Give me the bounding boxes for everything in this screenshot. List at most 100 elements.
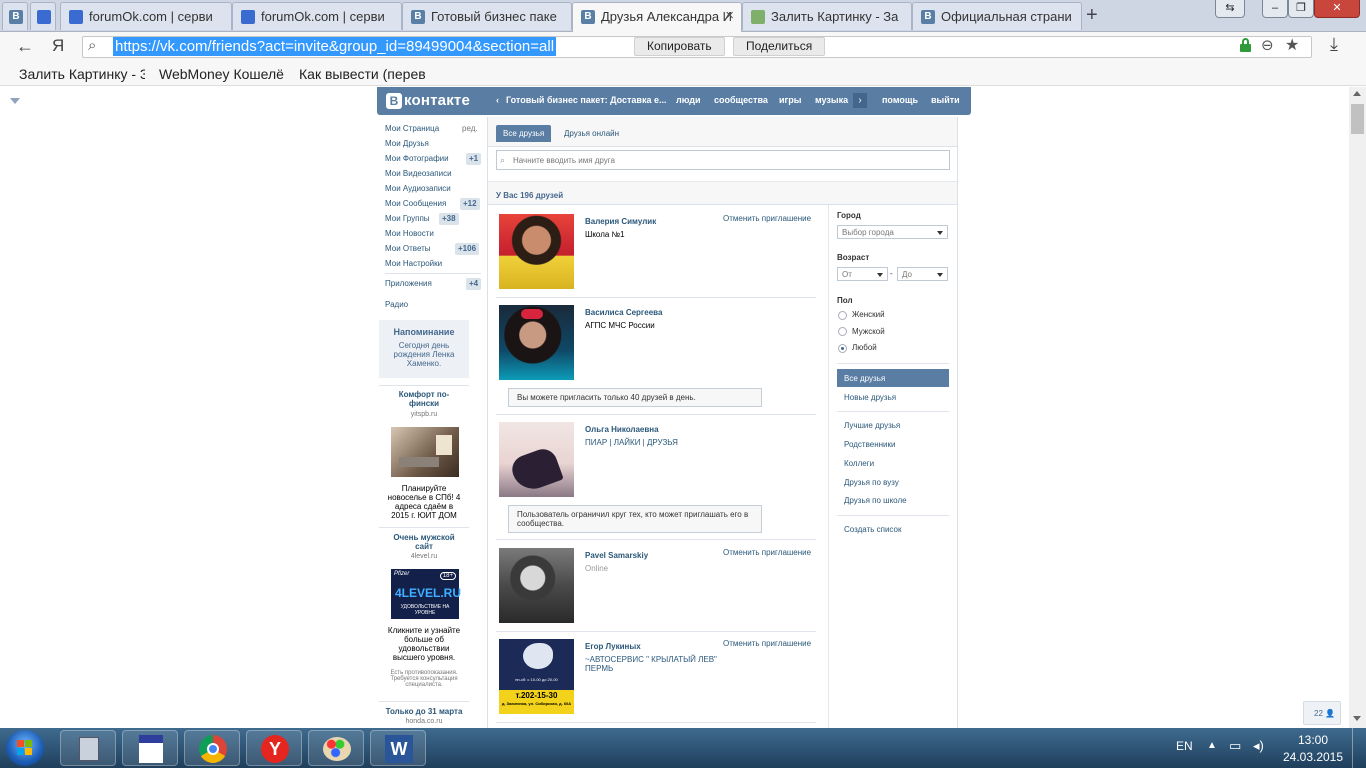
tab-friends[interactable]: B Друзья Александра И × xyxy=(572,2,742,32)
volume-icon[interactable]: ◂) xyxy=(1253,738,1264,754)
friend-sub-3[interactable]: ПИАР | ЛАЙКИ | ДРУЗЬЯ xyxy=(585,438,678,447)
show-desktop-button[interactable] xyxy=(1352,728,1366,768)
sidebar-item-radio[interactable]: Радио xyxy=(385,300,408,309)
nav-prev-icon[interactable]: ‹ xyxy=(496,95,499,105)
friend-photo-5[interactable]: пн-сб: с 10-00 до 20-00 т.202-15-30 д. За… xyxy=(499,639,574,714)
scrollbar-thumb[interactable] xyxy=(1351,104,1364,134)
sidebar-item-friends[interactable]: Мои Друзья xyxy=(385,139,429,148)
yandex-browser-taskbar-icon[interactable]: Y xyxy=(246,730,302,766)
ad-1-title[interactable]: Комфорт по-фински xyxy=(385,390,463,408)
ad-1-text[interactable]: Планируйте новоселье в СПб! 4 адреса сда… xyxy=(385,484,463,520)
minimize-icon[interactable]: – xyxy=(1262,0,1288,18)
ad-2-title[interactable]: Очень мужской сайт xyxy=(385,533,463,551)
friend-name-1[interactable]: Валерия Симулик xyxy=(585,217,656,226)
list-colleagues[interactable]: Коллеги xyxy=(844,459,874,468)
radio-any[interactable] xyxy=(838,344,847,353)
vk-logo[interactable]: Вконтакте xyxy=(386,92,470,110)
download-icon[interactable]: ⤓ xyxy=(1330,34,1338,55)
expand-arrow-icon[interactable] xyxy=(10,98,20,104)
tab-all-friends[interactable]: Все друзья xyxy=(496,125,552,142)
answers-count-badge[interactable]: +106 xyxy=(455,243,480,255)
friend-sub-1[interactable]: Школа №1 xyxy=(585,230,625,239)
zoom-icon[interactable]: ⊖ xyxy=(1261,36,1274,54)
nav-communities[interactable]: сообщества xyxy=(714,95,768,105)
list-best-friends[interactable]: Лучшие друзья xyxy=(844,421,900,430)
any-label[interactable]: Любой xyxy=(852,343,877,352)
close-tab-icon[interactable]: × xyxy=(725,7,734,24)
radio-female[interactable] xyxy=(838,311,847,320)
edit-link[interactable]: ред. xyxy=(462,124,478,133)
friend-name-2[interactable]: Василиса Сергеева xyxy=(585,308,662,317)
ad-3-title[interactable]: Только до 31 марта xyxy=(379,707,469,716)
radio-male[interactable] xyxy=(838,327,847,336)
bookmark-webmoney[interactable]: WebMoney Кошелё xyxy=(159,66,285,82)
friend-name-5[interactable]: Егор Лукиных xyxy=(585,642,641,651)
age-from-select[interactable]: От xyxy=(837,267,888,281)
calculator-taskbar-icon[interactable] xyxy=(60,730,116,766)
friend-photo-1[interactable] xyxy=(499,214,574,289)
nav-music[interactable]: музыка xyxy=(815,95,848,105)
age-to-select[interactable]: До xyxy=(897,267,948,281)
friend-name-4[interactable]: Pavel Samarskiy xyxy=(585,551,648,560)
list-new-friends[interactable]: Новые друзья xyxy=(844,393,896,402)
nav-group-link[interactable]: Готовый бизнес пакет: Доставка е... xyxy=(506,95,666,105)
sidebar-item-apps[interactable]: Приложения xyxy=(385,279,432,288)
photos-count-badge[interactable]: +1 xyxy=(466,153,482,165)
ad-2-text[interactable]: Кликните и узнайте больше об удовольстви… xyxy=(385,626,463,662)
tab-official-page[interactable]: B Официальная страни xyxy=(912,2,1082,30)
language-indicator[interactable]: EN xyxy=(1176,739,1193,753)
document-taskbar-icon[interactable] xyxy=(122,730,178,766)
yandex-button[interactable]: Я xyxy=(52,36,64,56)
word-taskbar-icon[interactable]: W xyxy=(370,730,426,766)
pinned-tab-book[interactable] xyxy=(30,2,56,30)
friend-sub-5[interactable]: ~АВТОСЕРВИС " КРЫЛАТЫЙ ЛЕВ" ПЕРМЬ xyxy=(585,655,725,673)
tabs-menu-icon[interactable]: ⇆ xyxy=(1215,0,1245,18)
friend-name-3[interactable]: Ольга Николаевна xyxy=(585,425,659,434)
tab-upload-image[interactable]: Залить Картинку - За xyxy=(742,2,912,30)
sidebar-item-groups[interactable]: Мои Группы xyxy=(385,214,430,223)
messages-count-badge[interactable]: +12 xyxy=(460,198,480,210)
list-university-friends[interactable]: Друзья по вузу xyxy=(844,478,899,487)
tab-business-pack[interactable]: B Готовый бизнес паке xyxy=(402,2,572,30)
friend-sub-2[interactable]: АГПС МЧС России xyxy=(585,321,655,330)
nav-games[interactable]: игры xyxy=(779,95,801,105)
female-label[interactable]: Женский xyxy=(852,310,885,319)
nav-help[interactable]: помощь xyxy=(882,95,918,105)
ad-3-domain[interactable]: honda.co.ru xyxy=(385,718,463,725)
ad-1-image[interactable] xyxy=(391,427,459,477)
bookmark-upload-image[interactable]: Залить Картинку - З xyxy=(19,66,145,82)
cancel-invite-4[interactable]: Отменить приглашение xyxy=(723,548,811,557)
city-select[interactable]: Выбор города xyxy=(837,225,948,239)
close-window-icon[interactable]: ✕ xyxy=(1314,0,1360,18)
list-relatives[interactable]: Родственники xyxy=(844,440,895,449)
share-button[interactable]: Поделиться xyxy=(733,37,826,56)
sidebar-item-photos[interactable]: Мои Фотографии xyxy=(385,154,449,163)
sidebar-item-my-page[interactable]: Мои Страница xyxy=(385,124,439,133)
friend-photo-4[interactable] xyxy=(499,548,574,623)
pinned-tab-vk[interactable]: B xyxy=(2,2,28,30)
clock-date[interactable]: 24.03.2015 xyxy=(1281,750,1345,764)
tab-forumok-1[interactable]: forumOk.com | серви xyxy=(60,2,232,30)
sidebar-item-videos[interactable]: Мои Видеозаписи xyxy=(385,169,452,178)
sidebar-item-messages[interactable]: Мои Сообщения xyxy=(385,199,446,208)
sidebar-item-audio[interactable]: Мои Аудиозаписи xyxy=(385,184,451,193)
cancel-invite-1[interactable]: Отменить приглашение xyxy=(723,214,811,223)
maximize-icon[interactable]: ❐ xyxy=(1288,0,1314,18)
start-button[interactable] xyxy=(6,730,44,766)
chrome-taskbar-icon[interactable] xyxy=(184,730,240,766)
ad-2-image[interactable]: Pfizer 18+ 4LEVEL.RU УДОВОЛЬСТВИЕ НА УРО… xyxy=(391,569,461,619)
nav-next-icon[interactable]: › xyxy=(853,93,867,108)
copy-button[interactable]: Копировать xyxy=(634,37,725,56)
list-school-friends[interactable]: Друзья по школе xyxy=(844,496,907,505)
cancel-invite-5[interactable]: Отменить приглашение xyxy=(723,639,811,648)
male-label[interactable]: Мужской xyxy=(852,327,885,336)
clock-time[interactable]: 13:00 xyxy=(1285,733,1341,747)
new-tab-button[interactable]: + xyxy=(1086,4,1098,27)
sidebar-item-settings[interactable]: Мои Настройки xyxy=(385,259,442,268)
sidebar-item-news[interactable]: Мои Новости xyxy=(385,229,434,238)
scroll-down-icon[interactable] xyxy=(1353,716,1361,721)
apps-count-badge[interactable]: +4 xyxy=(466,278,482,290)
chat-counter[interactable]: 22 👤 xyxy=(1303,701,1341,725)
groups-count-badge[interactable]: +38 xyxy=(439,213,459,225)
tray-expand-icon[interactable]: ▲ xyxy=(1207,740,1217,751)
